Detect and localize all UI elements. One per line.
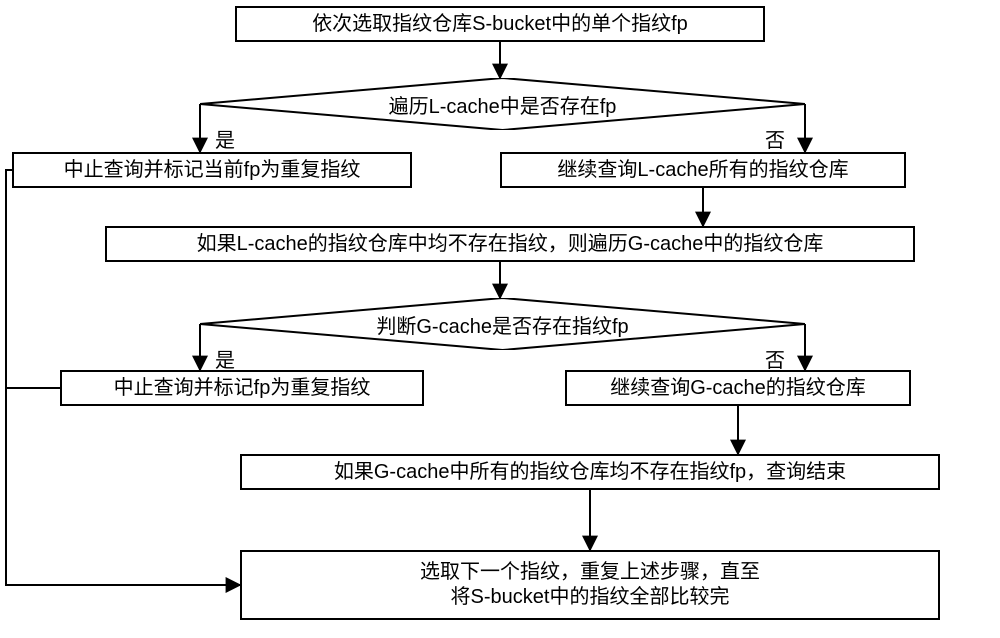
box-checkG-text: 如果L-cache的指纹仓库中均不存在指纹，则遍历G-cache中的指纹仓库: [197, 232, 824, 257]
diamond-shape-2: [200, 298, 805, 350]
box-checkG: 如果L-cache的指纹仓库中均不存在指纹，则遍历G-cache中的指纹仓库: [105, 226, 915, 262]
box-continueG: 继续查询G-cache的指纹仓库: [565, 370, 911, 406]
decision-lcache: 遍历L-cache中是否存在fp: [200, 78, 805, 130]
box-stop1-text: 中止查询并标记当前fp为重复指纹: [64, 158, 361, 183]
box-stop1: 中止查询并标记当前fp为重复指纹: [12, 152, 412, 188]
box-start-text: 依次选取指纹仓库S-bucket中的单个指纹fp: [312, 12, 688, 37]
box-next-line1: 选取下一个指纹，重复上述步骤，直至: [420, 560, 760, 585]
box-next: 选取下一个指纹，重复上述步骤，直至 将S-bucket中的指纹全部比较完: [240, 550, 940, 620]
box-endQuery: 如果G-cache中所有的指纹仓库均不存在指纹fp，查询结束: [240, 454, 940, 490]
diamond-shape-1: [200, 78, 805, 130]
box-next-line2: 将S-bucket中的指纹全部比较完: [451, 585, 730, 610]
box-start: 依次选取指纹仓库S-bucket中的单个指纹fp: [235, 6, 765, 42]
box-endQuery-text: 如果G-cache中所有的指纹仓库均不存在指纹fp，查询结束: [334, 460, 846, 485]
box-stop2: 中止查询并标记fp为重复指纹: [60, 370, 424, 406]
box-continueG-text: 继续查询G-cache的指纹仓库: [610, 376, 866, 401]
box-continueL: 继续查询L-cache所有的指纹仓库: [500, 152, 906, 188]
decision-gcache: 判断G-cache是否存在指纹fp: [200, 298, 805, 350]
box-continueL-text: 继续查询L-cache所有的指纹仓库: [557, 158, 848, 183]
box-stop2-text: 中止查询并标记fp为重复指纹: [114, 376, 371, 401]
